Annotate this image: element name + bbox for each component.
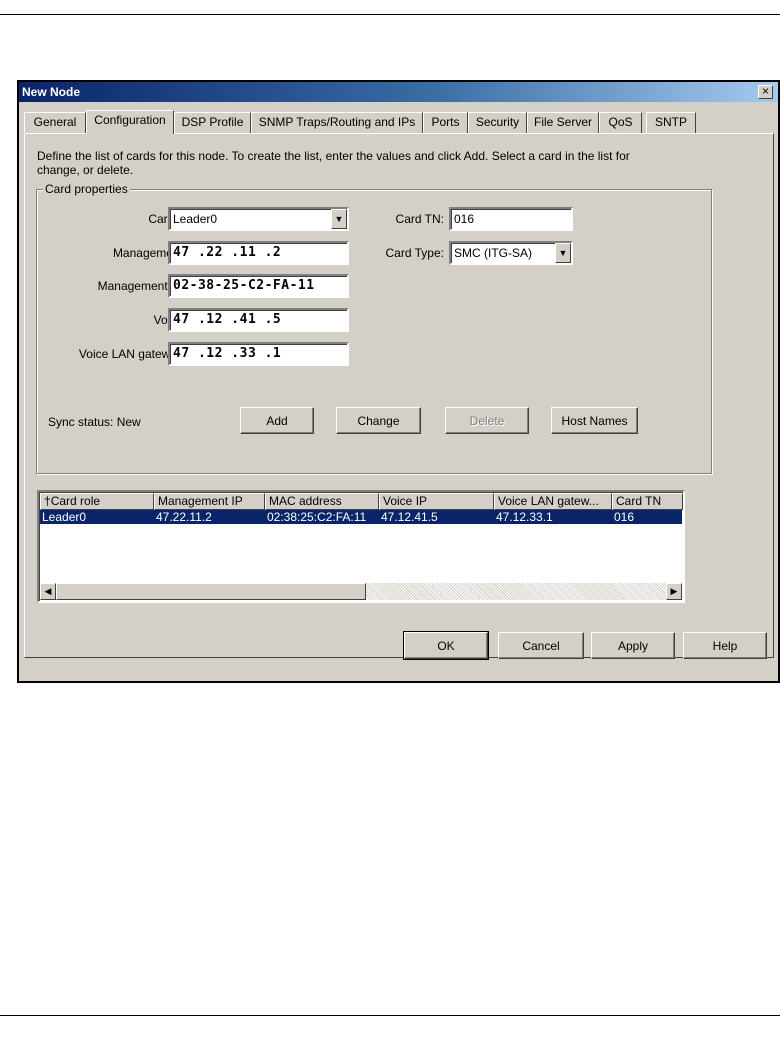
column-card-role-label: Card role bbox=[50, 494, 101, 508]
chevron-down-icon[interactable]: ▼ bbox=[555, 243, 571, 263]
apply-button[interactable]: Apply bbox=[591, 632, 675, 659]
card-properties-group: Card properties Card role: Leader0 ▼ Man… bbox=[36, 182, 712, 474]
card-tn-label: Card TN: bbox=[395, 212, 444, 226]
column-card-role[interactable]: †Card role bbox=[40, 493, 154, 510]
new-node-dialog: New Node × General Configuration DSP Pro… bbox=[17, 80, 780, 683]
tab-qos[interactable]: QoS bbox=[599, 112, 642, 133]
card-type-label: Card Type: bbox=[385, 246, 444, 260]
configuration-panel: Define the list of cards for this node. … bbox=[24, 133, 774, 658]
card-type-select[interactable]: SMC (ITG-SA) ▼ bbox=[449, 241, 573, 265]
delete-button[interactable]: Delete bbox=[445, 407, 529, 434]
management-mac-field[interactable]: 02-38-25-C2-FA-11 bbox=[168, 274, 349, 298]
table-row[interactable]: Leader0 47.22.11.2 02:38:25:C2:FA:11 47.… bbox=[40, 510, 682, 524]
tab-dsp-profile[interactable]: DSP Profile bbox=[174, 112, 251, 133]
window-title: New Node bbox=[22, 85, 81, 99]
column-mac-address[interactable]: MAC address bbox=[265, 493, 379, 510]
tab-general[interactable]: General bbox=[24, 112, 86, 133]
scroll-left-icon[interactable]: ◀ bbox=[40, 583, 56, 600]
add-button[interactable]: Add bbox=[240, 407, 314, 434]
change-button[interactable]: Change bbox=[336, 407, 421, 434]
sort-icon: † bbox=[44, 494, 51, 508]
bottom-rule bbox=[0, 1015, 780, 1016]
chevron-down-icon[interactable]: ▼ bbox=[331, 209, 347, 229]
horizontal-scrollbar[interactable]: ◀ ▶ bbox=[40, 583, 682, 600]
tab-ports[interactable]: Ports bbox=[423, 112, 468, 133]
card-list[interactable]: †Card role Management IP MAC address Voi… bbox=[37, 490, 685, 603]
cell-mac-address: 02:38:25:C2:FA:11 bbox=[267, 510, 367, 524]
title-bar: New Node × bbox=[19, 82, 778, 102]
management-ip-field[interactable]: 47 .22 .11 .2 bbox=[168, 241, 349, 265]
card-tn-field[interactable]: 016 bbox=[449, 207, 573, 231]
tab-security[interactable]: Security bbox=[468, 112, 527, 133]
list-header: †Card role Management IP MAC address Voi… bbox=[40, 493, 683, 510]
tab-sntp[interactable]: SNTP bbox=[646, 112, 696, 133]
cell-voice-gateway: 47.12.33.1 bbox=[496, 510, 553, 524]
column-voice-ip[interactable]: Voice IP bbox=[379, 493, 494, 510]
column-voice-lan-gateway[interactable]: Voice LAN gatew... bbox=[494, 493, 612, 510]
sync-status-text: Sync status: New bbox=[48, 415, 141, 429]
close-button[interactable]: × bbox=[758, 85, 773, 99]
card-type-value: SMC (ITG-SA) bbox=[454, 246, 532, 260]
scroll-right-icon[interactable]: ▶ bbox=[666, 583, 682, 600]
voice-gateway-field[interactable]: 47 .12 .33 .1 bbox=[168, 342, 349, 366]
column-management-ip[interactable]: Management IP bbox=[154, 493, 265, 510]
card-properties-legend: Card properties bbox=[43, 182, 130, 196]
tab-snmp-traps[interactable]: SNMP Traps/Routing and IPs bbox=[251, 112, 423, 133]
cell-voice-ip: 47.12.41.5 bbox=[381, 510, 438, 524]
host-names-button[interactable]: Host Names bbox=[551, 407, 638, 434]
voice-ip-field[interactable]: 47 .12 .41 .5 bbox=[168, 308, 349, 332]
cell-management-ip: 47.22.11.2 bbox=[156, 510, 212, 524]
cell-card-role: Leader0 bbox=[42, 510, 87, 524]
cell-card-tn: 016 bbox=[614, 510, 635, 524]
ok-button[interactable]: OK bbox=[403, 631, 489, 660]
tab-file-server[interactable]: File Server bbox=[527, 112, 599, 133]
top-rule bbox=[0, 14, 780, 15]
intro-text: Define the list of cards for this node. … bbox=[37, 149, 630, 177]
column-card-tn[interactable]: Card TN bbox=[612, 493, 683, 510]
scroll-thumb[interactable] bbox=[56, 583, 366, 600]
cancel-button[interactable]: Cancel bbox=[498, 632, 584, 659]
tab-configuration[interactable]: Configuration bbox=[86, 110, 174, 134]
close-icon: × bbox=[761, 84, 769, 98]
card-role-select[interactable]: Leader0 ▼ bbox=[168, 207, 349, 231]
help-button[interactable]: Help bbox=[683, 632, 767, 659]
card-role-value: Leader0 bbox=[173, 212, 218, 226]
